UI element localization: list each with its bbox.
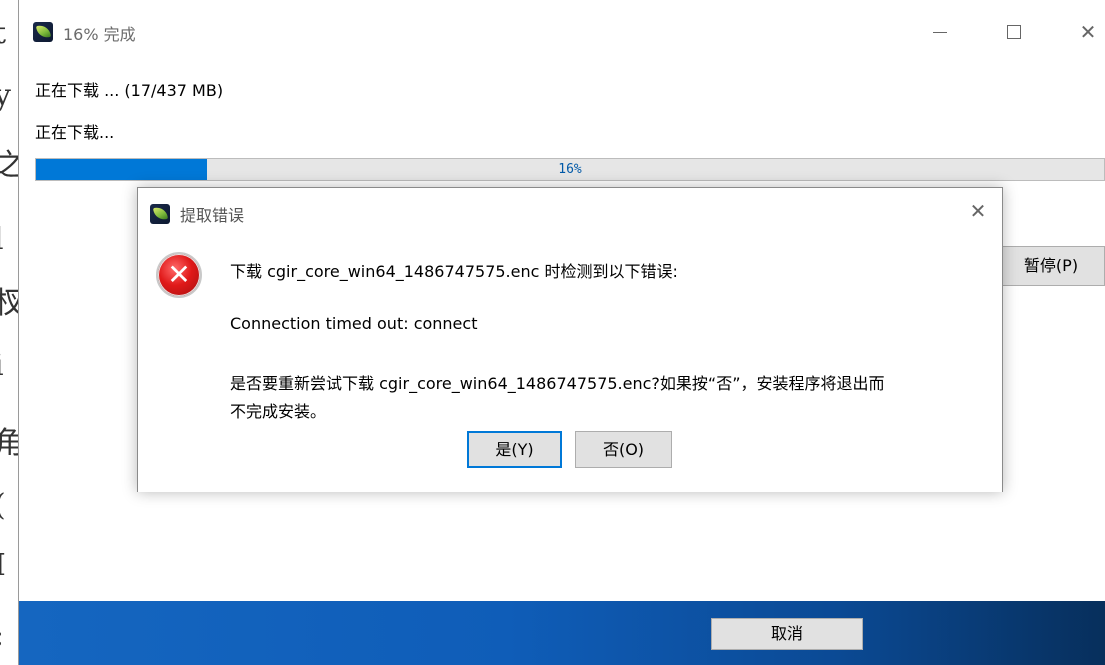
- retry-question: 是否要重新尝试下载 cgir_core_win64_1486747575.enc…: [230, 374, 885, 393]
- dialog-body: ✕ 下载 cgir_core_win64_1486747575.enc 时检测到…: [138, 232, 1002, 492]
- download-status: 正在下载...: [35, 123, 115, 142]
- dialog-close-button[interactable]: ✕: [960, 196, 996, 226]
- maximize-button[interactable]: [991, 14, 1037, 50]
- extract-error-dialog: 提取错误 ✕ ✕ 下载 cgir_core_win64_1486747575.e…: [137, 187, 1003, 492]
- cancel-button[interactable]: 取消: [711, 618, 863, 650]
- dialog-title: 提取错误: [180, 206, 245, 225]
- error-message-detail: Connection timed out: connect: [230, 314, 478, 333]
- window-titlebar[interactable]: 16% 完成 ✕: [19, 0, 1105, 64]
- progress-label: 16%: [558, 162, 582, 177]
- maximize-icon: [1007, 25, 1021, 39]
- error-icon: ✕: [156, 252, 202, 298]
- background-char: l: [0, 222, 4, 257]
- close-icon: ✕: [1079, 20, 1097, 44]
- download-size-status: 正在下载 ... (17/437 MB): [35, 81, 224, 100]
- background-char: (: [0, 488, 6, 523]
- pause-button[interactable]: 暂停(P): [997, 246, 1105, 286]
- background-char: t: [0, 16, 7, 51]
- yes-button[interactable]: 是(Y): [467, 431, 562, 468]
- no-button[interactable]: 否(O): [575, 431, 672, 468]
- bottom-bar: 取消: [19, 601, 1105, 665]
- app-logo-icon: [33, 22, 53, 42]
- background-char: :: [0, 618, 4, 653]
- background-char: I: [0, 548, 6, 583]
- minimize-button[interactable]: [917, 14, 963, 50]
- close-icon: ✕: [969, 199, 987, 223]
- retry-question-continued: 不完成安装。: [230, 402, 327, 421]
- download-progress-bar: 16%: [35, 158, 1105, 181]
- app-logo-icon: [150, 204, 170, 224]
- background-char: y: [0, 78, 11, 113]
- window-title: 16% 完成: [63, 25, 136, 44]
- error-message-file: 下载 cgir_core_win64_1486747575.enc 时检测到以下…: [230, 262, 678, 281]
- background-char: i: [0, 348, 4, 383]
- minimize-icon: [933, 32, 947, 33]
- close-button[interactable]: ✕: [1065, 14, 1105, 50]
